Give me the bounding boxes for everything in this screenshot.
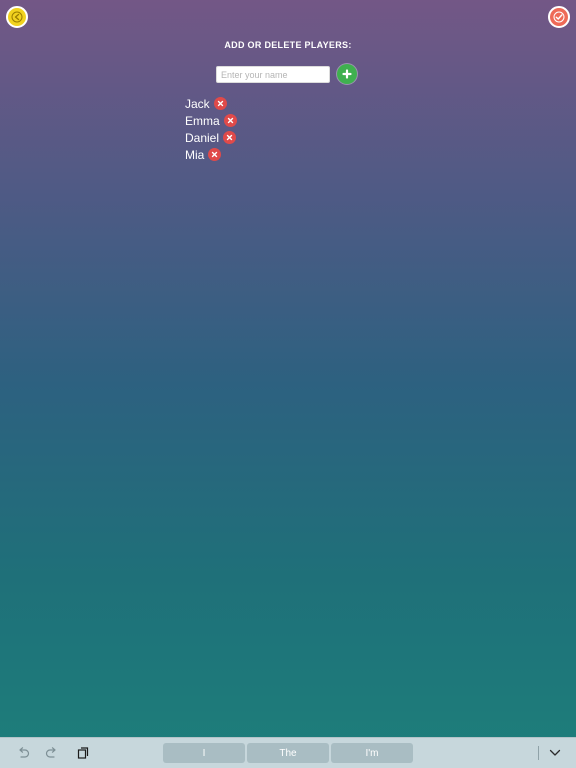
delete-player-button[interactable] [223, 114, 237, 127]
player-name: Emma [185, 113, 220, 128]
add-player-button[interactable] [337, 64, 357, 84]
suggestion-3[interactable]: I'm [331, 743, 413, 763]
player-row: Mia [185, 146, 237, 163]
close-icon [227, 117, 233, 124]
player-name: Mia [185, 147, 205, 162]
chevron-down-icon[interactable] [547, 746, 563, 760]
player-name: Jack [185, 96, 210, 111]
page-title: ADD OR DELETE PLAYERS: [224, 40, 352, 50]
suggestion-2[interactable]: The [247, 743, 329, 763]
arrow-left-circle-icon [11, 11, 23, 23]
player-row: Daniel [185, 129, 237, 146]
close-icon [226, 134, 233, 141]
plus-icon [342, 69, 352, 79]
close-icon [217, 100, 223, 107]
player-name: Daniel [185, 130, 220, 145]
player-name-input[interactable] [216, 66, 330, 83]
checkmark-circle-icon [553, 11, 565, 23]
keyboard-shortcut-bar: I The I'm [0, 737, 576, 768]
player-row: Emma [185, 112, 237, 129]
player-list: Jack Emma Daniel Mia [185, 95, 237, 163]
done-button[interactable] [548, 6, 570, 28]
undo-icon[interactable] [15, 746, 31, 760]
delete-player-button[interactable] [223, 131, 237, 144]
delete-player-button[interactable] [208, 148, 222, 161]
paste-icon[interactable] [75, 746, 91, 760]
divider [538, 746, 539, 760]
suggestion-1[interactable]: I [163, 743, 245, 763]
redo-icon[interactable] [44, 746, 60, 760]
back-button[interactable] [6, 6, 28, 28]
close-icon [212, 151, 218, 158]
player-row: Jack [185, 95, 237, 112]
delete-player-button[interactable] [213, 97, 227, 110]
